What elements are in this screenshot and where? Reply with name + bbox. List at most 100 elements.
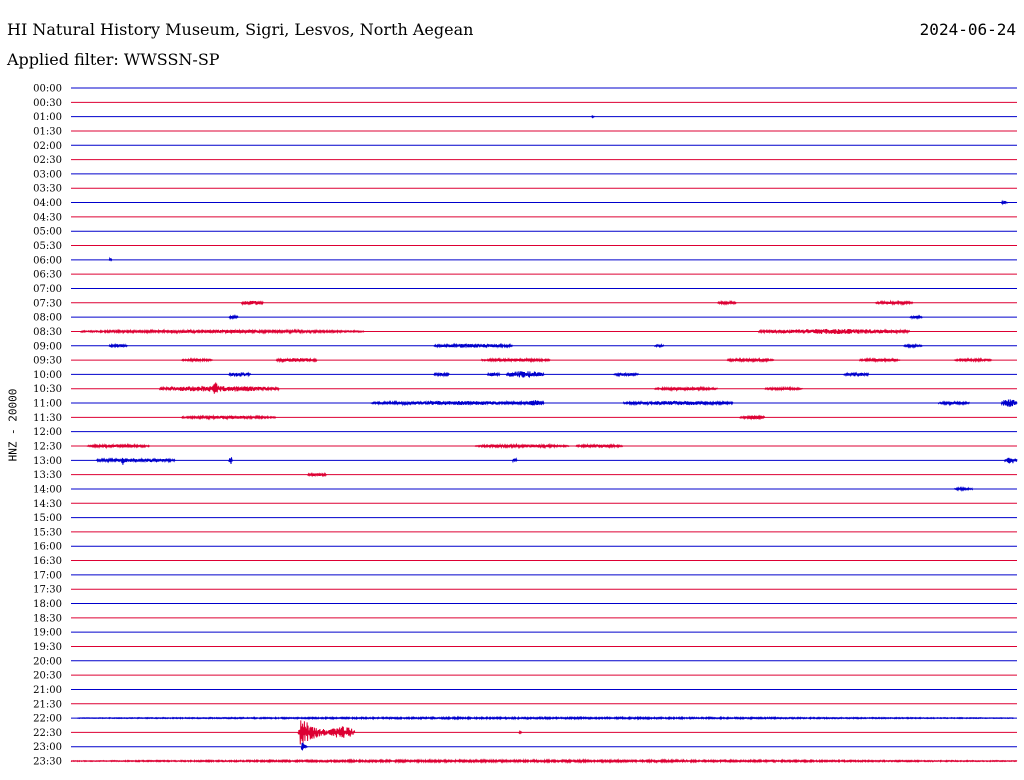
row-time-label: 03:00 bbox=[33, 169, 62, 180]
seismic-event bbox=[518, 729, 523, 735]
seismic-event bbox=[1000, 199, 1008, 206]
row-time-label: 16:30 bbox=[33, 556, 62, 567]
row-time-label: 23:30 bbox=[33, 757, 62, 768]
seismic-event bbox=[86, 442, 151, 450]
seismic-event bbox=[121, 457, 126, 465]
row-time-label: 06:30 bbox=[33, 270, 62, 281]
seismic-event bbox=[433, 371, 450, 378]
seismic-event bbox=[108, 342, 129, 349]
row-time-label: 10:30 bbox=[33, 384, 62, 395]
seismic-event bbox=[158, 385, 280, 392]
row-time-label: 02:30 bbox=[33, 155, 62, 166]
seismic-event bbox=[474, 442, 570, 450]
row-time-label: 08:30 bbox=[33, 327, 62, 338]
row-time-label: 22:30 bbox=[33, 728, 62, 739]
row-time-label: 05:30 bbox=[33, 241, 62, 252]
row-time-label: 04:30 bbox=[33, 212, 62, 223]
seismic-event bbox=[240, 300, 264, 306]
seismic-event bbox=[228, 371, 252, 378]
seismic-event bbox=[329, 726, 356, 738]
row-time-label: 09:00 bbox=[33, 341, 62, 352]
seismic-event bbox=[654, 385, 718, 392]
row-time-label: 13:00 bbox=[33, 456, 62, 467]
seismic-event bbox=[77, 715, 1015, 721]
seismic-event bbox=[653, 343, 665, 349]
row-time-label: 12:00 bbox=[33, 427, 62, 438]
seismic-event bbox=[96, 457, 176, 464]
seismic-event bbox=[757, 328, 911, 335]
row-time-label: 09:30 bbox=[33, 356, 62, 367]
seismic-event bbox=[228, 457, 233, 464]
seismic-event bbox=[108, 256, 113, 262]
row-time-label: 19:30 bbox=[33, 642, 62, 653]
seismic-event bbox=[953, 486, 974, 492]
row-time-label: 11:30 bbox=[33, 413, 62, 424]
seismic-event bbox=[622, 399, 734, 407]
row-time-label: 18:30 bbox=[33, 613, 62, 624]
row-time-label: 12:30 bbox=[33, 442, 62, 453]
seismic-event bbox=[80, 328, 365, 335]
row-time-label: 15:30 bbox=[33, 527, 62, 538]
row-time-label: 15:00 bbox=[33, 513, 62, 524]
seismic-event bbox=[748, 414, 766, 421]
seismic-event bbox=[717, 400, 731, 406]
seismic-event bbox=[300, 742, 308, 751]
helicorder-chart: 00:00 00:30 01:00 01:30 02:00 02:30 03:00 03:30… bbox=[33, 84, 1018, 768]
seismic-event bbox=[717, 299, 737, 306]
seismic-event bbox=[874, 299, 914, 306]
seismic-event bbox=[370, 399, 545, 407]
seismic-event bbox=[512, 457, 518, 464]
row-time-label: 05:00 bbox=[33, 227, 62, 238]
seismic-event bbox=[275, 357, 318, 364]
seismic-event bbox=[1000, 399, 1018, 407]
row-time-label: 01:00 bbox=[33, 112, 62, 123]
row-time-label: 20:00 bbox=[33, 656, 62, 667]
seismic-event bbox=[505, 371, 545, 378]
row-time-label: 21:30 bbox=[33, 699, 62, 710]
seismic-event bbox=[591, 115, 595, 119]
seismic-event bbox=[70, 758, 1018, 764]
row-time-label: 03:30 bbox=[33, 184, 62, 195]
seismic-event bbox=[858, 357, 901, 363]
seismic-event bbox=[307, 472, 327, 478]
seismic-event bbox=[486, 371, 501, 378]
seismic-event bbox=[903, 343, 923, 349]
row-time-label: 18:00 bbox=[33, 599, 62, 610]
row-time-label: 08:00 bbox=[33, 313, 62, 324]
row-time-label: 20:30 bbox=[33, 671, 62, 682]
row-time-label: 13:30 bbox=[33, 470, 62, 481]
row-time-label: 16:00 bbox=[33, 542, 62, 553]
row-time-label: 17:30 bbox=[33, 585, 62, 596]
row-time-label: 07:30 bbox=[33, 298, 62, 309]
seismic-event bbox=[575, 442, 624, 449]
seismic-event bbox=[212, 382, 219, 394]
row-time-label: 07:00 bbox=[33, 284, 62, 295]
row-time-label: 00:30 bbox=[33, 98, 62, 109]
row-time-label: 14:00 bbox=[33, 484, 62, 495]
row-time-label: 21:00 bbox=[33, 685, 62, 696]
seismic-event bbox=[181, 414, 277, 421]
seismic-event bbox=[953, 357, 993, 363]
row-time-label: 10:00 bbox=[33, 370, 62, 381]
row-time-label: 11:00 bbox=[33, 399, 62, 410]
row-time-label: 23:00 bbox=[33, 742, 62, 753]
row-time-label: 04:00 bbox=[33, 198, 62, 209]
row-time-label: 01:30 bbox=[33, 126, 62, 137]
seismic-event bbox=[433, 342, 513, 349]
row-time-label: 17:00 bbox=[33, 570, 62, 581]
seismic-event bbox=[228, 314, 239, 320]
seismic-event bbox=[181, 357, 214, 364]
seismic-event bbox=[937, 400, 971, 407]
row-time-label: 22:00 bbox=[33, 714, 62, 725]
seismic-event bbox=[909, 314, 923, 321]
seismic-event bbox=[843, 371, 870, 378]
row-time-label: 14:30 bbox=[33, 499, 62, 510]
seismic-event bbox=[1003, 457, 1018, 464]
row-time-label: 02:00 bbox=[33, 141, 62, 152]
seismic-event bbox=[726, 357, 775, 364]
row-time-label: 00:00 bbox=[33, 84, 62, 95]
row-time-label: 19:00 bbox=[33, 628, 62, 639]
seismic-event bbox=[764, 385, 803, 392]
seismic-event bbox=[480, 356, 551, 364]
row-time-label: 06:00 bbox=[33, 255, 62, 266]
